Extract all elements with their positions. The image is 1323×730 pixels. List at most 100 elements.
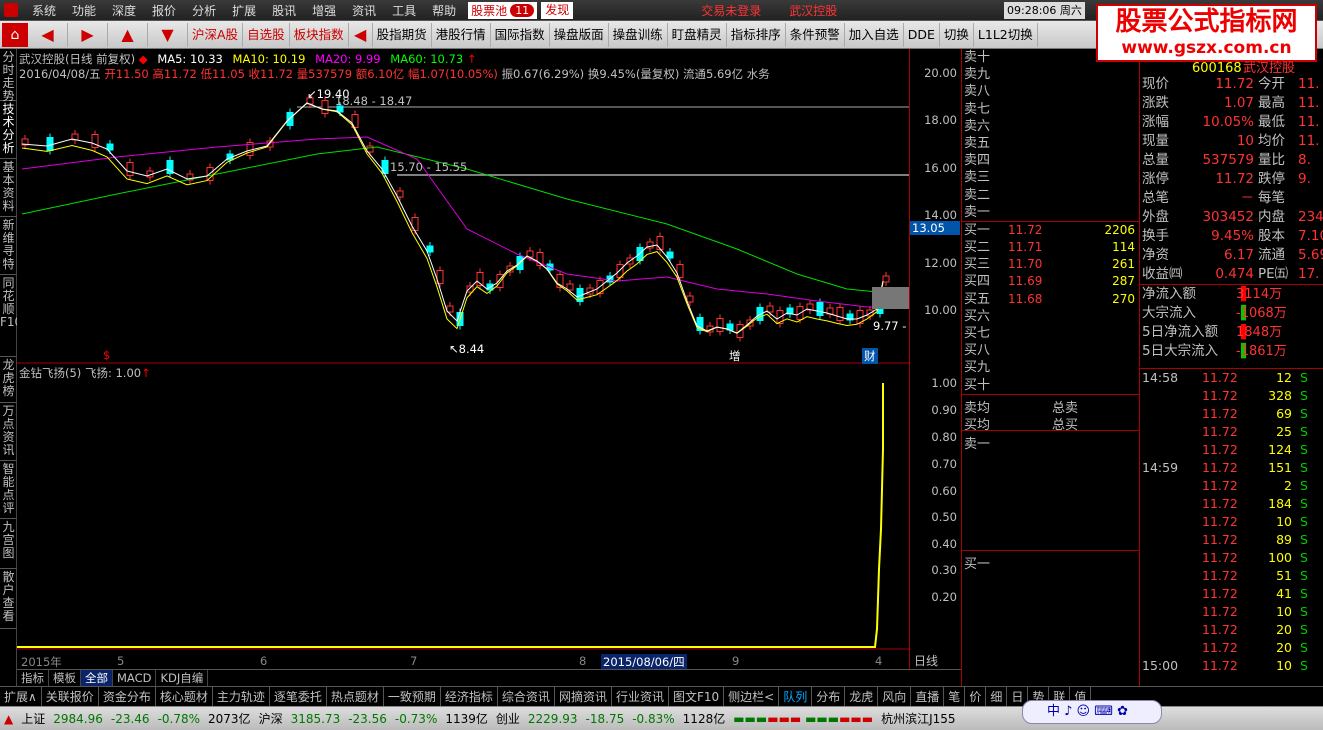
toolbar-add-watch[interactable]: 加入自选	[845, 22, 904, 47]
func-tab[interactable]: 笔	[944, 687, 966, 706]
chart-title-arrow-icon[interactable]: ◆	[139, 52, 148, 66]
menu-tools[interactable]: 工具	[384, 2, 424, 19]
sell-level-row[interactable]: 卖一	[962, 204, 1139, 221]
sell-level-row[interactable]: 卖三	[962, 169, 1139, 186]
func-tab[interactable]: 扩展∧	[0, 687, 42, 706]
buy-level-row[interactable]: 买五 11.68 270	[962, 291, 1139, 308]
func-tab[interactable]: 侧边栏<	[724, 687, 780, 706]
menu-extend[interactable]: 扩展	[224, 2, 264, 19]
menu-info[interactable]: 资讯	[344, 2, 384, 19]
buy-level-row[interactable]: 买六	[962, 308, 1139, 325]
tab-template[interactable]: 模板	[49, 670, 81, 686]
func-tab[interactable]: 核心题材	[156, 687, 213, 706]
sell-level-row[interactable]: 卖七	[962, 101, 1139, 118]
func-tab[interactable]: 直播	[911, 687, 945, 706]
sell-level-row[interactable]: 卖四	[962, 152, 1139, 169]
func-tab[interactable]: 价	[965, 687, 987, 706]
menu-system[interactable]: 系统	[24, 2, 64, 19]
func-tab[interactable]: 队列	[779, 687, 813, 706]
leftnav-smart-review[interactable]: 智能点评	[0, 461, 17, 519]
menu-news[interactable]: 股讯	[264, 2, 304, 19]
leftnav-retail[interactable]: 散户查看	[0, 569, 17, 629]
leftnav-dragon-tiger[interactable]: 龙虎榜	[0, 357, 17, 403]
func-tab[interactable]: 细	[986, 687, 1008, 706]
buy-level-row[interactable]: 买三 11.70 261	[962, 256, 1139, 273]
sh-label[interactable]: 上证	[17, 710, 49, 727]
sell-level-row[interactable]: 卖二	[962, 187, 1139, 204]
toolbar-dde[interactable]: DDE	[904, 22, 940, 47]
leftnav-xinwei[interactable]: 新维寻特	[0, 217, 17, 275]
menu-depth[interactable]: 深度	[104, 2, 144, 19]
trade-login-notice[interactable]: 交易未登录	[693, 2, 769, 19]
leftnav-nine-grid[interactable]: 九宫图	[0, 519, 17, 569]
leftnav-news[interactable]: 万点资讯	[0, 403, 17, 461]
tab-indicator[interactable]: 指标	[17, 670, 49, 686]
func-tab[interactable]: 热点题材	[327, 687, 384, 706]
event-tag-s[interactable]: $	[103, 348, 110, 362]
leftnav-f10[interactable]: 同花顺F10	[0, 275, 22, 357]
back-arrow-icon[interactable]: ◀	[28, 22, 68, 47]
buy-level-row[interactable]: 买一 11.72 2206	[962, 222, 1139, 239]
func-tab[interactable]: 图文F10	[669, 687, 725, 706]
menu-help[interactable]: 帮助	[424, 2, 464, 19]
func-tab[interactable]: 逐笔委托	[270, 687, 327, 706]
buy-level-row[interactable]: 买十	[962, 377, 1139, 394]
func-tab[interactable]: 行业资讯	[612, 687, 669, 706]
buy-level-row[interactable]: 买八	[962, 342, 1139, 359]
up-arrow-icon[interactable]: ▲	[108, 22, 148, 47]
kline-chart-svg[interactable]	[17, 49, 909, 669]
kline-chart-area[interactable]: 武汉控股(日线 前复权) ◆ MA5: 10.33 MA10: 10.19 MA…	[17, 49, 909, 670]
menu-function[interactable]: 功能	[64, 2, 104, 19]
leftnav-technical[interactable]: 技术分析	[0, 101, 17, 159]
toolbar-prev-icon[interactable]: ◀	[349, 22, 373, 47]
home-icon[interactable]: ⌂	[2, 22, 28, 47]
toolbar-intl-index[interactable]: 国际指数	[491, 22, 550, 47]
func-tab[interactable]: 网摘资讯	[555, 687, 612, 706]
func-tab[interactable]: 经济指标	[441, 687, 498, 706]
func-tab[interactable]: 分布	[812, 687, 846, 706]
menu-enhance[interactable]: 增强	[304, 2, 344, 19]
toolbar-alert[interactable]: 条件预警	[786, 22, 845, 47]
sell-level-row[interactable]: 卖十	[962, 49, 1139, 66]
buy-level-row[interactable]: 买二 11.71 114	[962, 239, 1139, 256]
menu-analysis[interactable]: 分析	[184, 2, 224, 19]
cy-label[interactable]: 创业	[492, 710, 524, 727]
toolbar-hk[interactable]: 港股行情	[432, 22, 491, 47]
func-tab[interactable]: 关联报价	[42, 687, 99, 706]
forward-arrow-icon[interactable]: ▶	[68, 22, 108, 47]
sell-level-row[interactable]: 卖六	[962, 118, 1139, 135]
toolbar-layout[interactable]: 操盘版面	[550, 22, 609, 47]
toolbar-hs-a[interactable]: 沪深A股	[188, 22, 244, 47]
toolbar-futures[interactable]: 股指期货	[373, 22, 432, 47]
buy-level-row[interactable]: 买七	[962, 325, 1139, 342]
tab-kdj[interactable]: KDJ自编	[156, 670, 209, 686]
menu-quote[interactable]: 报价	[144, 2, 184, 19]
toolbar-monitor[interactable]: 盯盘精灵	[668, 22, 727, 47]
toolbar-training[interactable]: 操盘训练	[609, 22, 668, 47]
ime-toolbar[interactable]: 中 ♪ ☺ ⌨ ✿	[1022, 700, 1162, 724]
sz-label[interactable]: 沪深	[255, 710, 287, 727]
buy-level-row[interactable]: 买四 11.69 287	[962, 273, 1139, 290]
leftnav-timeshare[interactable]: 分时走势	[0, 49, 17, 103]
toolbar-sector-index[interactable]: 板块指数	[290, 22, 349, 47]
func-tab[interactable]: 一致预期	[384, 687, 441, 706]
server-location[interactable]: 杭州滨江J155	[877, 710, 959, 727]
tab-macd[interactable]: MACD	[113, 670, 157, 686]
sell-level-row[interactable]: 卖八	[962, 83, 1139, 100]
event-tag-zeng[interactable]: 增	[729, 348, 741, 364]
func-tab[interactable]: 风向	[878, 687, 912, 706]
period-label[interactable]: 日线	[914, 652, 938, 669]
sell-level-row[interactable]: 卖九	[962, 66, 1139, 83]
func-tab[interactable]: 综合资讯	[498, 687, 555, 706]
discover-button[interactable]: 发现	[541, 1, 574, 19]
toolbar-indicator-sort[interactable]: 指标排序	[727, 22, 786, 47]
toolbar-watchlist[interactable]: 自选股	[243, 22, 290, 47]
tab-all[interactable]: 全部	[81, 670, 113, 686]
tick-list[interactable]: 14:58 11.72 12 S 11.72 328 S 11.72 69 S 11.72 25 S 11…	[1139, 368, 1323, 686]
buy-level-row[interactable]: 买九	[962, 359, 1139, 376]
toolbar-l1l2[interactable]: L1L2切换	[974, 22, 1038, 47]
func-tab[interactable]: 主力轨迹	[213, 687, 270, 706]
event-tag-cai[interactable]: 财	[862, 348, 878, 364]
sell-level-row[interactable]: 卖五	[962, 135, 1139, 152]
func-tab[interactable]: 龙虎	[845, 687, 879, 706]
